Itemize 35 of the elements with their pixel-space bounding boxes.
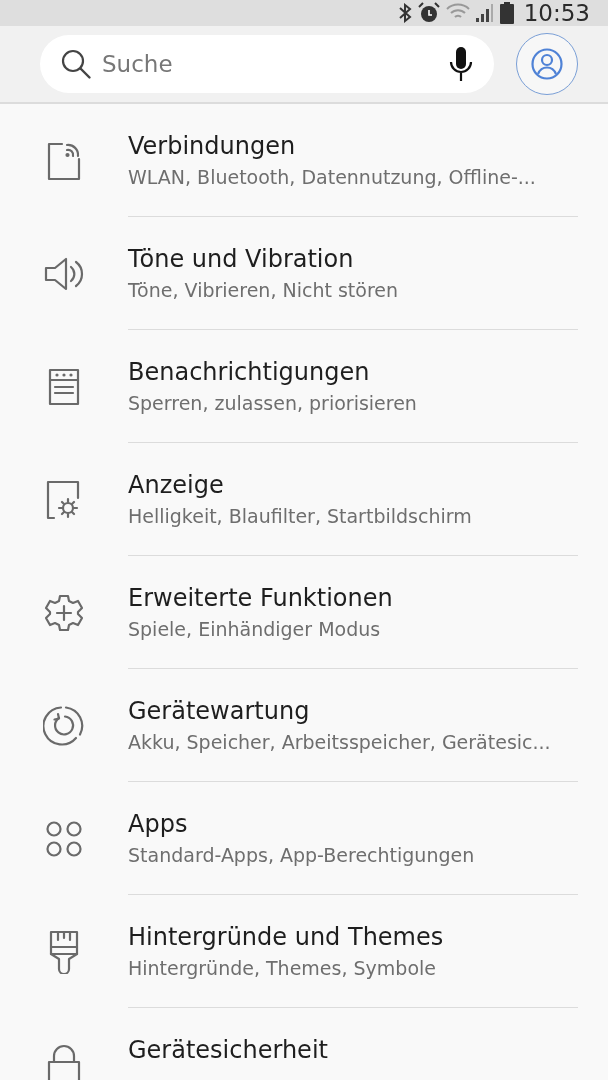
paintbrush-icon (47, 929, 80, 974)
setting-title[interactable]: Benachrichtigungen (128, 358, 578, 386)
wifi-signal-icon (445, 3, 494, 23)
setting-title[interactable]: Gerätewartung (128, 697, 578, 725)
microphone-icon[interactable] (448, 46, 474, 82)
app-grid-icon (44, 819, 83, 858)
person-icon (531, 48, 563, 80)
setting-title[interactable]: Töne und Vibration (128, 245, 578, 273)
setting-subtitle: WLAN, Bluetooth, Datennutzung, Offline-... (128, 166, 537, 188)
setting-title[interactable]: Erweiterte Funktionen (128, 584, 578, 612)
setting-subtitle: Hintergründe, Themes, Symbole (128, 957, 437, 979)
alarm-clock-icon (417, 2, 440, 24)
setting-title[interactable]: Hintergründe und Themes (128, 923, 578, 951)
setting-subtitle: Spiele, Einhändiger Modus (128, 618, 382, 640)
setting-title[interactable]: Gerätesicherheit (128, 1036, 578, 1064)
setting-title[interactable]: Verbindungen (128, 132, 578, 160)
status-time: 10:53 (523, 0, 590, 26)
search-bar[interactable]: Suche (40, 35, 494, 93)
search-icon (60, 48, 92, 80)
display-sun-icon (45, 479, 82, 520)
bluetooth-icon (397, 3, 412, 23)
notification-panel-icon (47, 367, 80, 406)
refresh-circle-icon (42, 704, 85, 747)
lock-icon (46, 1043, 81, 1080)
tablet-wifi-icon (45, 140, 82, 181)
setting-title[interactable]: Anzeige (128, 471, 578, 499)
setting-subtitle: Standard-Apps, App-Berechtigungen (128, 844, 476, 866)
setting-subtitle: Akku, Speicher, Arbeitsspeicher, Gerätesic... (128, 731, 552, 753)
setting-subtitle: Töne, Vibrieren, Nicht stören (128, 279, 400, 301)
battery-icon (499, 2, 514, 24)
setting-title[interactable]: Apps (128, 810, 578, 838)
setting-subtitle: Sperren, zulassen, priorisieren (128, 392, 418, 414)
gear-plus-icon (43, 592, 84, 633)
speaker-icon (43, 255, 84, 292)
setting-subtitle: Helligkeit, Blaufilter, Startbildschirm (128, 505, 473, 527)
